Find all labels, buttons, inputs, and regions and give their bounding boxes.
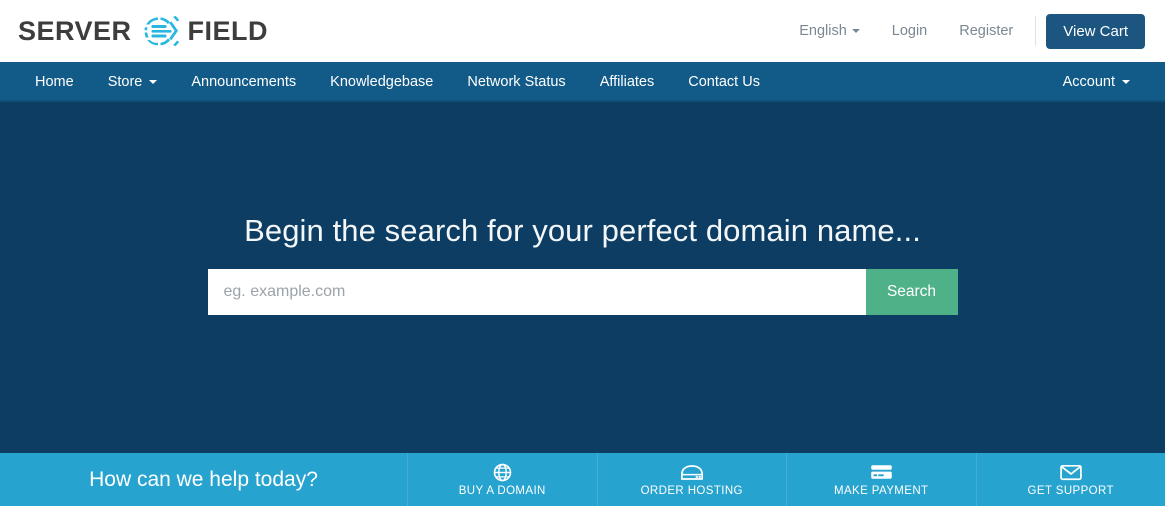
- action-label: GET SUPPORT: [1027, 485, 1114, 497]
- nav-label: Contact Us: [688, 74, 760, 90]
- view-cart-button[interactable]: View Cart: [1046, 13, 1145, 49]
- action-order-hosting[interactable]: ORDER HOSTING: [598, 453, 787, 506]
- brand-logo[interactable]: SERVER FIELD: [18, 11, 268, 51]
- domain-search-input[interactable]: [207, 269, 866, 315]
- nav-label: Store: [107, 74, 143, 90]
- hero-section: Begin the search for your perfect domain…: [0, 102, 1165, 453]
- main-navigation: Home Store Announcements Knowledgebase N…: [0, 62, 1165, 102]
- nav-label: Knowledgebase: [330, 74, 434, 90]
- action-label: ORDER HOSTING: [640, 485, 743, 497]
- register-link[interactable]: Register: [943, 23, 1029, 39]
- nav-item-network-status[interactable]: Network Status: [450, 62, 582, 102]
- nav-item-account[interactable]: Account: [1046, 62, 1147, 102]
- quick-action-bar: How can we help today? BUY A DOMAIN ORDE…: [0, 453, 1165, 506]
- chevron-down-icon: [1122, 80, 1130, 84]
- login-link[interactable]: Login: [876, 23, 943, 39]
- nav-item-store[interactable]: Store: [91, 62, 175, 102]
- nav-item-affiliates[interactable]: Affiliates: [583, 62, 672, 102]
- nav-item-knowledgebase[interactable]: Knowledgebase: [313, 62, 450, 102]
- domain-search-form: Search: [207, 269, 958, 315]
- top-header: SERVER FIELD English Login Register View…: [0, 0, 1165, 62]
- brand-name-part2: FIELD: [187, 15, 269, 46]
- header-divider: [1035, 16, 1037, 46]
- action-get-support[interactable]: GET SUPPORT: [977, 453, 1165, 506]
- action-make-payment[interactable]: MAKE PAYMENT: [787, 453, 977, 506]
- domain-search-button[interactable]: Search: [865, 269, 958, 315]
- globe-swoosh-icon: [134, 11, 186, 51]
- action-label: BUY A DOMAIN: [458, 485, 546, 497]
- hero-title: Begin the search for your perfect domain…: [244, 213, 921, 248]
- nav-item-home[interactable]: Home: [18, 62, 91, 102]
- action-label: MAKE PAYMENT: [834, 485, 929, 497]
- nav-left-group: Home Store Announcements Knowledgebase N…: [18, 62, 777, 102]
- hard-drive-icon: [680, 462, 704, 482]
- nav-right-group: Account: [1046, 62, 1147, 102]
- nav-item-announcements[interactable]: Announcements: [174, 62, 313, 102]
- globe-icon: [493, 462, 512, 482]
- nav-label: Account: [1062, 74, 1115, 90]
- credit-card-icon: [870, 462, 893, 482]
- help-prompt: How can we help today?: [0, 453, 408, 506]
- chevron-down-icon: [149, 80, 158, 84]
- nav-label: Network Status: [467, 74, 566, 90]
- nav-label: Home: [35, 74, 74, 90]
- nav-label: Affiliates: [599, 74, 655, 90]
- envelope-icon: [1059, 462, 1082, 482]
- language-selector[interactable]: English: [783, 23, 876, 39]
- action-buy-a-domain[interactable]: BUY A DOMAIN: [408, 453, 598, 506]
- chevron-down-icon: [851, 29, 860, 34]
- nav-label: Announcements: [191, 74, 297, 90]
- brand-name-part1: SERVER: [18, 15, 132, 46]
- language-label: English: [799, 23, 847, 39]
- nav-item-contact-us[interactable]: Contact Us: [671, 62, 777, 102]
- header-actions: English Login Register View Cart: [783, 13, 1145, 49]
